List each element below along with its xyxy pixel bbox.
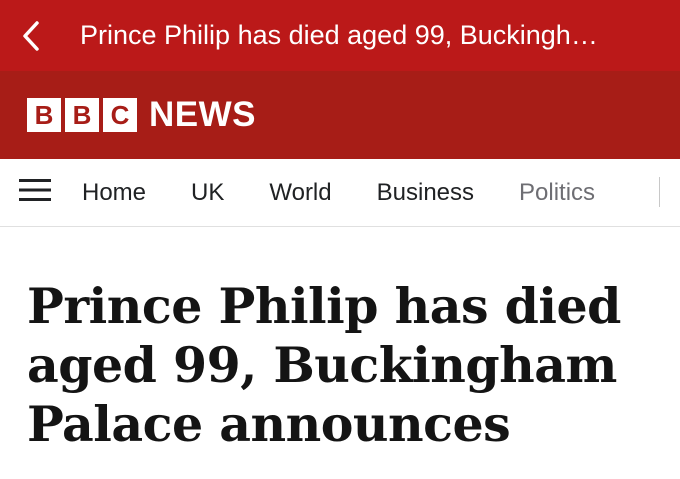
nav-item-world[interactable]: World bbox=[269, 179, 331, 207]
bbc-logo[interactable]: B B C bbox=[27, 98, 137, 132]
back-button[interactable] bbox=[0, 0, 62, 71]
app-top-bar: Prince Philip has died aged 99, Buckingh… bbox=[0, 0, 680, 71]
nav-items: Home UK World Business Politics bbox=[82, 179, 640, 207]
nav-item-politics[interactable]: Politics bbox=[519, 179, 595, 207]
article-headline: Prince Philip has died aged 99, Buckingh… bbox=[27, 277, 621, 453]
bbc-logo-block-b1: B bbox=[27, 98, 61, 132]
news-wordmark: NEWS bbox=[149, 95, 256, 134]
bbc-logo-block-c: C bbox=[103, 98, 137, 132]
section-nav: Home UK World Business Politics bbox=[0, 159, 680, 227]
brand-bar: B B C NEWS bbox=[0, 71, 680, 159]
nav-item-business[interactable]: Business bbox=[377, 179, 474, 207]
menu-button[interactable] bbox=[0, 159, 82, 226]
nav-item-uk[interactable]: UK bbox=[191, 179, 224, 207]
nav-divider bbox=[659, 177, 660, 207]
chevron-left-icon bbox=[20, 19, 42, 53]
nav-item-home[interactable]: Home bbox=[82, 179, 146, 207]
hamburger-menu-icon bbox=[19, 178, 51, 207]
top-bar-title: Prince Philip has died aged 99, Buckingh… bbox=[80, 20, 598, 50]
bbc-logo-block-b2: B bbox=[65, 98, 99, 132]
